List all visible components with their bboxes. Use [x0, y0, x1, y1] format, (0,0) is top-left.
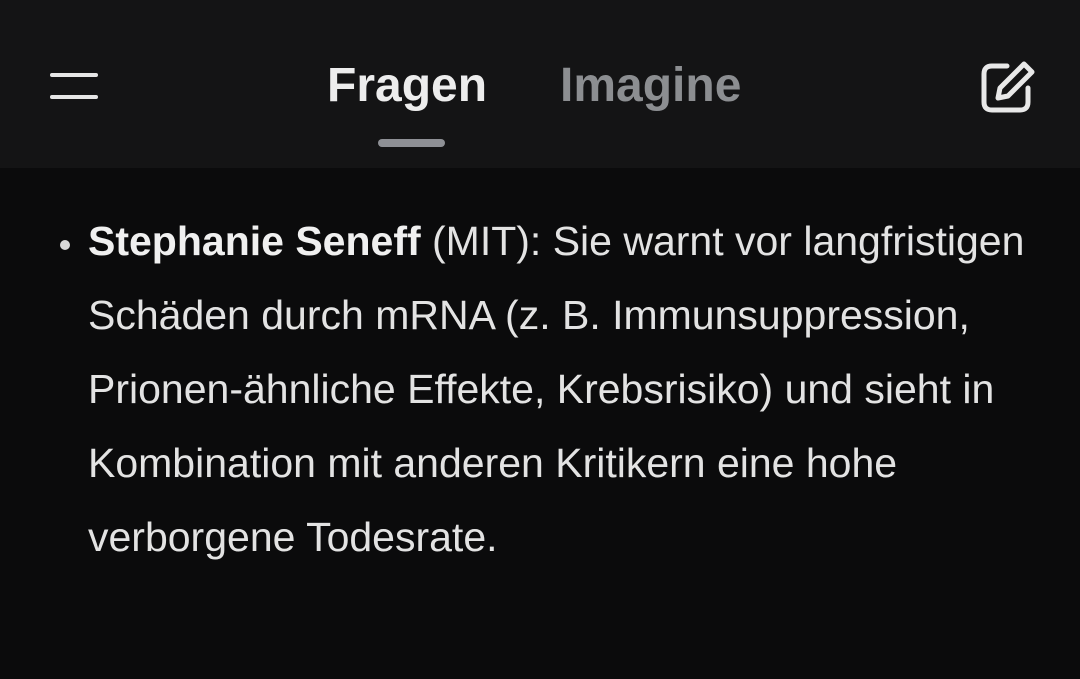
top-bar: Fragen Imagine: [0, 0, 1080, 168]
bullet-item-text: Stephanie Seneff (MIT): Sie warnt vor la…: [88, 204, 1068, 574]
menu-line: [50, 73, 98, 77]
person-name: Stephanie Seneff: [88, 218, 421, 264]
active-tab-indicator: [378, 139, 445, 147]
menu-line: [50, 95, 98, 99]
tab-fragen[interactable]: Fragen: [327, 54, 487, 118]
compose-icon-svg: [981, 61, 1035, 113]
hamburger-menu-icon[interactable]: [50, 70, 100, 102]
edit-pencil-square-icon[interactable]: [978, 58, 1038, 116]
app-window: Fragen Imagine Stephanie Seneff (MIT): S…: [0, 0, 1080, 679]
bullet-point: [60, 240, 70, 250]
chat-response: Stephanie Seneff (MIT): Sie warnt vor la…: [0, 168, 1080, 679]
tab-imagine[interactable]: Imagine: [560, 54, 741, 118]
bullet-body: (MIT): Sie warnt vor langfristigen Schäd…: [88, 218, 1025, 560]
